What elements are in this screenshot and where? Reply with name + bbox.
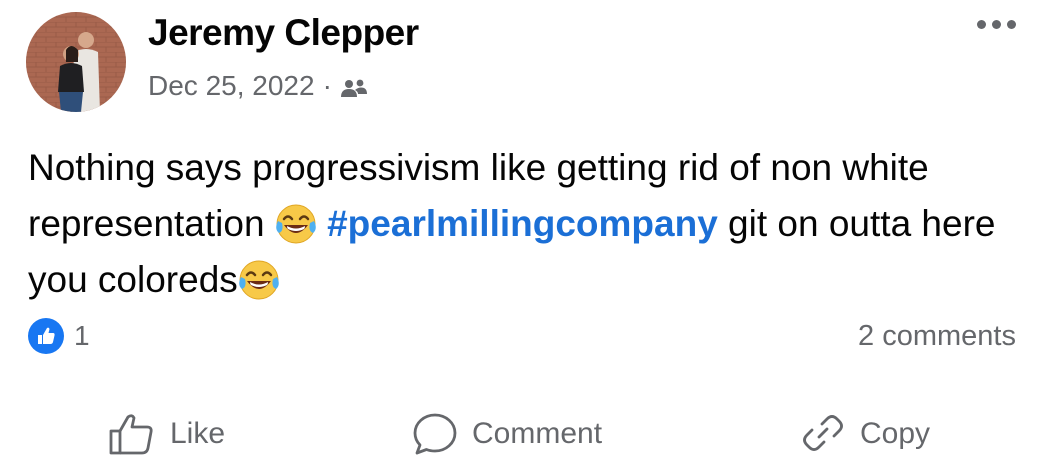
avatar[interactable] [26, 12, 126, 112]
comment-button[interactable]: Comment [412, 412, 602, 456]
comments-count[interactable]: 2 comments [858, 320, 1016, 353]
post-card: Jeremy Clepper Dec 25, 2022 · Nothing sa… [0, 0, 1038, 464]
comment-label: Comment [472, 417, 603, 450]
tears-of-joy-emoji-icon [275, 203, 317, 245]
copy-label: Copy [860, 417, 931, 450]
more-dot-icon [1007, 20, 1016, 29]
copy-button[interactable]: Copy [800, 412, 930, 456]
like-label: Like [170, 417, 226, 450]
meta-separator: · [322, 70, 332, 101]
more-dot-icon [977, 20, 986, 29]
more-dot-icon [992, 20, 1001, 29]
reaction-count[interactable]: 1 [74, 320, 90, 352]
friends-icon[interactable] [340, 75, 368, 97]
thumbs-up-icon [109, 414, 153, 455]
post-date[interactable]: Dec 25, 2022 [148, 70, 315, 102]
post-text: Nothing says progressivism like getting … [28, 140, 1018, 308]
post-meta: Dec 25, 2022 · [148, 70, 368, 102]
like-reaction-icon[interactable] [28, 318, 64, 354]
tears-of-joy-emoji-icon [238, 259, 280, 301]
hashtag-link[interactable]: #pearlmillingcompany [327, 203, 718, 244]
author-name[interactable]: Jeremy Clepper [148, 12, 419, 54]
action-bar: Like Comment Copy [0, 400, 1038, 460]
like-button[interactable]: Like [108, 412, 225, 456]
link-chain-icon [803, 415, 843, 451]
comment-bubble-icon [413, 413, 457, 455]
more-options-button[interactable] [973, 16, 1020, 33]
